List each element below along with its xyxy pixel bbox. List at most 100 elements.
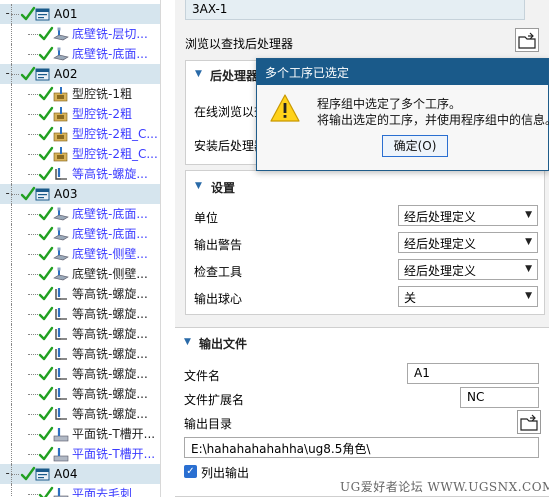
post-processor-selected-field[interactable]: 3AX-1 <box>185 0 525 20</box>
tree-operation-label: 底壁铣-层切... <box>72 27 148 41</box>
tree-group-row[interactable]: - A02 <box>0 64 160 84</box>
tree-operation-row[interactable]: 平面铣-T槽开... <box>0 444 160 464</box>
tree-operation-row[interactable]: 型腔铣-2粗_C... <box>0 144 160 164</box>
tree-operation-row[interactable]: 型腔铣-2粗 <box>0 104 160 124</box>
tree-operation-label: 等高铣-螺旋... <box>72 347 148 361</box>
tree-operation-row[interactable]: 型腔铣-1粗 <box>0 84 160 104</box>
collapse-toggle-icon[interactable]: - <box>4 466 11 480</box>
dropdown-arrow-icon: ▼ <box>525 291 532 301</box>
tree-connector-line <box>11 304 12 324</box>
floor-mill-operation-icon <box>53 27 69 42</box>
zlevel-mill-operation-icon <box>53 307 69 322</box>
tree-connector-line <box>28 354 38 355</box>
output-directory-value: E:\hahahahahahha\ug8.5角色\ <box>191 442 371 456</box>
tree-connector-line <box>11 224 12 244</box>
tree-operation-row[interactable]: 等高铣-螺旋... <box>0 324 160 344</box>
tree-operation-row[interactable]: 底壁铣-底面... <box>0 224 160 244</box>
tree-operation-row[interactable]: 底壁铣-侧壁... <box>0 264 160 284</box>
tree-operation-row[interactable]: 型腔铣-2粗_C... <box>0 124 160 144</box>
zlevel-mill-operation-icon <box>53 327 69 342</box>
status-check-icon <box>38 124 54 144</box>
tree-connector-line <box>11 444 12 464</box>
tree-operation-label: 平面去毛刺 <box>72 487 133 497</box>
status-check-icon <box>38 164 54 184</box>
tree-connector-line <box>28 34 38 35</box>
warning-icon <box>270 94 300 122</box>
tree-operation-row[interactable]: 平面铣-T槽开... <box>0 424 160 444</box>
tree-connector-line <box>28 414 38 415</box>
output-directory-label: 输出目录 <box>184 417 233 431</box>
settings-title: 设置 <box>211 181 236 195</box>
tree-connector-line <box>11 74 19 75</box>
tree-operation-row[interactable]: 底壁铣-底面... <box>0 44 160 64</box>
program-group-icon <box>35 467 51 482</box>
status-check-icon <box>38 224 54 244</box>
tree-group-row[interactable]: - A04 <box>0 464 160 484</box>
dialog-message-line1: 程序组中选定了多个工序。 <box>317 97 462 111</box>
zlevel-mill-operation-icon <box>53 287 69 302</box>
status-check-icon <box>38 264 54 284</box>
output-ball-center-label: 输出球心 <box>194 292 243 306</box>
ok-button[interactable]: 确定(O) <box>382 135 448 157</box>
collapse-toggle-icon[interactable]: - <box>4 66 11 80</box>
status-check-icon <box>20 64 36 84</box>
output-collapse-chevron-icon[interactable]: ▼ <box>184 337 191 347</box>
browse-folder-button[interactable] <box>515 28 539 52</box>
zlevel-mill-operation-icon <box>53 387 69 402</box>
collapse-chevron-icon[interactable]: ▼ <box>195 69 202 79</box>
tree-operation-label: 等高铣-螺旋... <box>72 327 148 341</box>
tree-operation-row[interactable]: 等高铣-螺旋... <box>0 384 160 404</box>
status-check-icon <box>38 384 54 404</box>
dialog-titlebar[interactable]: 多个工序已选定 <box>257 59 548 85</box>
tree-operation-row[interactable]: 底壁铣-层切... <box>0 24 160 44</box>
tree-operation-row[interactable]: 等高铣-螺旋... <box>0 364 160 384</box>
tree-operation-row[interactable]: 等高铣-螺旋... <box>0 164 160 184</box>
tree-operation-row[interactable]: 等高铣-螺旋... <box>0 344 160 364</box>
floor-mill-operation-icon <box>53 47 69 62</box>
output-directory-browse-button[interactable] <box>517 410 541 434</box>
output-warnings-value: 经后处理定义 <box>404 237 477 251</box>
file-extension-input[interactable]: NC <box>460 387 539 408</box>
status-check-icon <box>38 324 54 344</box>
collapse-toggle-icon[interactable]: - <box>4 186 11 200</box>
status-check-icon <box>38 84 54 104</box>
tree-connector-line <box>11 14 19 15</box>
tree-connector-line <box>11 324 12 344</box>
check-tool-label: 检查工具 <box>194 265 243 279</box>
tree-operation-row[interactable]: 等高铣-螺旋... <box>0 304 160 324</box>
tree-connector-line <box>11 164 12 184</box>
tree-connector-line <box>28 454 38 455</box>
tree-connector-line <box>11 44 12 64</box>
tree-operation-row[interactable]: 底壁铣-底面... <box>0 204 160 224</box>
tree-operation-row[interactable]: 平面去毛刺 <box>0 484 160 497</box>
floor-mill-operation-icon <box>53 227 69 242</box>
status-check-icon <box>38 404 54 424</box>
tree-operation-row[interactable]: 底壁铣-侧壁... <box>0 244 160 264</box>
tree-connector-line <box>11 424 12 444</box>
filename-input[interactable]: A1 <box>407 363 539 384</box>
units-select[interactable]: 经后处理定义 ▼ <box>398 205 538 226</box>
tree-operation-label: 平面铣-T槽开... <box>72 447 156 461</box>
settings-collapse-chevron-icon[interactable]: ▼ <box>195 181 202 191</box>
output-warnings-select[interactable]: 经后处理定义 ▼ <box>398 232 538 253</box>
status-check-icon <box>38 484 54 497</box>
tree-group-row[interactable]: - A01 <box>0 4 160 24</box>
tree-operation-row[interactable]: 等高铣-螺旋... <box>0 404 160 424</box>
check-tool-select[interactable]: 经后处理定义 ▼ <box>398 259 538 280</box>
zlevel-mill-operation-icon <box>53 367 69 382</box>
output-directory-input[interactable]: E:\hahahahahahha\ug8.5角色\ <box>184 437 539 458</box>
collapse-toggle-icon[interactable]: - <box>4 6 11 20</box>
tree-connector-line <box>11 244 12 264</box>
output-ball-center-select[interactable]: 关 ▼ <box>398 286 538 307</box>
list-output-label: 列出输出 <box>201 466 250 480</box>
tree-operation-row[interactable]: 等高铣-螺旋... <box>0 284 160 304</box>
tree-operation-label: 底壁铣-侧壁... <box>72 247 148 261</box>
tree-group-label: A04 <box>54 467 78 481</box>
program-group-icon <box>35 7 51 22</box>
tree-connector-line <box>11 104 12 124</box>
tree-operation-label: 等高铣-螺旋... <box>72 307 148 321</box>
list-output-checkbox[interactable]: ✓ <box>184 465 197 478</box>
tree-group-row[interactable]: - A03 <box>0 184 160 204</box>
tree-group-label: A02 <box>54 67 78 81</box>
forum-watermark: UG爱好者论坛 WWW.UGSNX.COM <box>340 480 549 494</box>
